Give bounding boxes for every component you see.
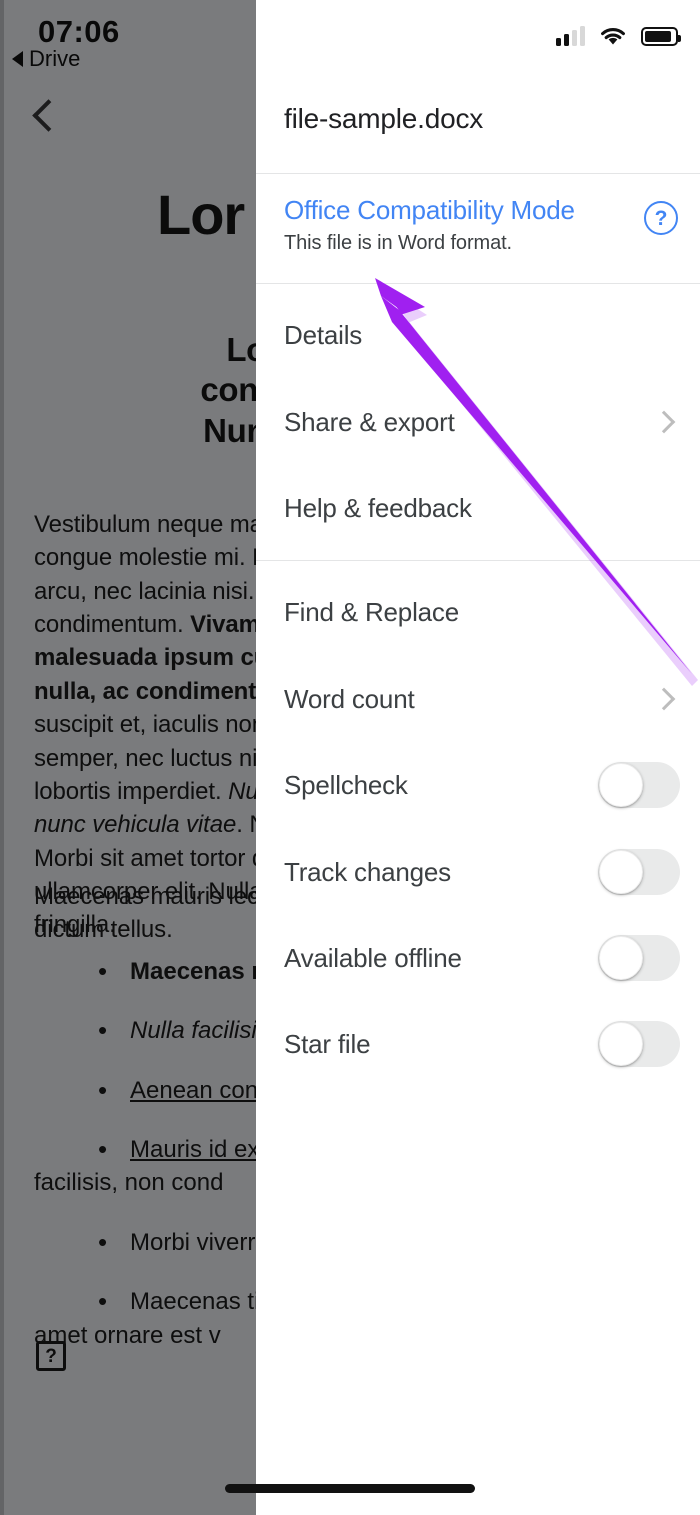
toggle-knob	[599, 763, 643, 807]
document-paragraph-1: Vestibulum neque ma congue molestie mi. P…	[34, 511, 256, 939]
cellular-signal-icon	[556, 26, 585, 46]
back-to-drive-button[interactable]: Drive	[12, 46, 80, 72]
list-item: Aenean cong	[34, 1072, 256, 1109]
spellcheck-toggle[interactable]	[598, 762, 680, 808]
battery-icon	[641, 26, 681, 46]
toggle-knob	[599, 936, 643, 980]
list-item: Morbi viverra	[34, 1224, 256, 1261]
list-item: Mauris id ex facilisis, non cond	[34, 1131, 256, 1200]
menu-item-label: Help & feedback	[284, 492, 472, 523]
divider	[256, 283, 700, 284]
screen-left-edge	[0, 0, 4, 1515]
track-changes-toggle[interactable]	[598, 849, 680, 895]
screen: 07:06 Drive Lor LoremconsectetNunc ac f …	[0, 0, 700, 1515]
menu-item-word-count[interactable]: Word count	[256, 656, 700, 742]
chevron-left-icon[interactable]	[28, 100, 62, 134]
back-to-drive-label: Drive	[29, 46, 81, 71]
help-square-icon[interactable]: ?	[36, 1341, 66, 1371]
menu-item-find-replace[interactable]: Find & Replace	[256, 569, 700, 655]
home-indicator[interactable]	[225, 1484, 475, 1493]
menu-item-label: Word count	[284, 683, 415, 714]
menu-item-label: Find & Replace	[284, 596, 459, 627]
menu-item-label: Track changes	[284, 856, 451, 887]
document-bullet-list: Maecenas n Nulla facilisi. Aenean cong M…	[34, 953, 256, 1378]
document-paragraph-2: Maecenas mauris lect dictum tellus.	[34, 883, 256, 944]
toggle-knob	[599, 1022, 643, 1066]
office-compatibility-mode-subtitle: This file is in Word format.	[284, 232, 513, 254]
menu-item-label: Share & export	[284, 406, 455, 437]
triangle-left-icon	[12, 51, 23, 67]
document-backdrop: 07:06 Drive Lor LoremconsectetNunc ac f …	[0, 0, 256, 1515]
menu-item-share-export[interactable]: Share & export	[256, 379, 700, 465]
menu-item-label: Spellcheck	[284, 769, 408, 800]
help-circle-icon[interactable]: ?	[644, 201, 678, 235]
panel-status-bar	[556, 26, 681, 46]
menu-item-details[interactable]: Details	[256, 292, 700, 378]
menu-item-track-changes[interactable]: Track changes	[256, 829, 700, 915]
menu-item-spellcheck[interactable]: Spellcheck	[256, 742, 700, 828]
wifi-icon	[599, 26, 627, 46]
office-compatibility-mode-title: Office Compatibility Mode	[284, 195, 575, 225]
star-file-toggle[interactable]	[598, 1021, 680, 1067]
divider	[256, 173, 700, 174]
document-status-bar: 07:06 Drive	[0, 0, 256, 84]
available-offline-toggle[interactable]	[598, 935, 680, 981]
list-item: Maecenas n	[34, 953, 256, 990]
menu-item-label: Details	[284, 319, 363, 350]
document-content: 07:06 Drive Lor LoremconsectetNunc ac f …	[0, 0, 256, 1515]
chevron-right-icon	[652, 687, 676, 711]
divider	[256, 560, 700, 561]
list-item: Maecenas tiamet ornare est v	[34, 1283, 256, 1352]
document-heading-block: LoremconsectetNunc ac f	[200, 331, 256, 449]
toggle-knob	[599, 850, 643, 894]
options-panel: file-sample.docx Office Compatibility Mo…	[256, 0, 700, 1515]
menu-item-help-feedback[interactable]: Help & feedback	[256, 465, 700, 551]
list-item: Nulla facilisi.	[34, 1012, 256, 1049]
menu-item-label: Available offline	[284, 942, 462, 973]
document-heading-large: Lor	[157, 183, 245, 246]
chevron-right-icon	[652, 410, 676, 434]
menu-item-star-file[interactable]: Star file	[256, 1001, 700, 1087]
menu-item-label: Star file	[284, 1028, 371, 1059]
status-time: 07:06	[38, 14, 120, 49]
page-title: file-sample.docx	[284, 103, 484, 134]
menu-item-available-offline[interactable]: Available offline	[256, 915, 700, 1001]
